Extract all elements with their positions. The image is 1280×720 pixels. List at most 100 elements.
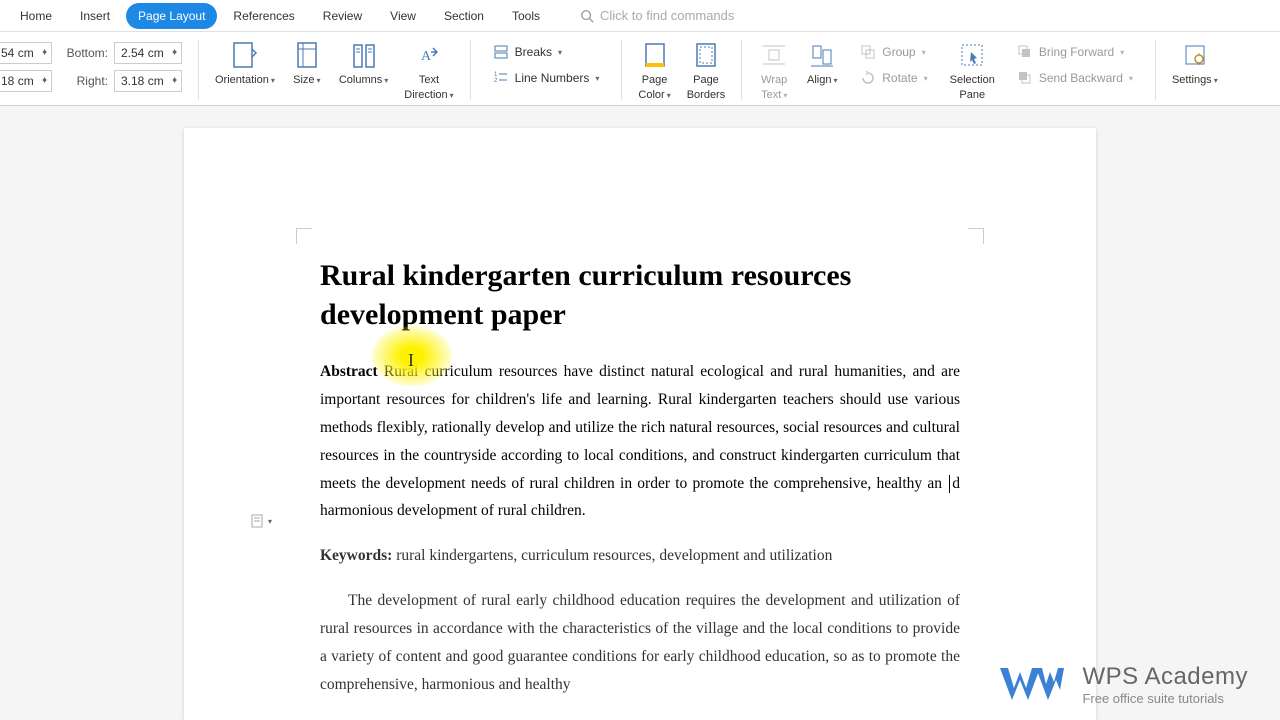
rotate-button[interactable]: Rotate▾ [852, 66, 935, 90]
size-label: Size [293, 74, 314, 87]
send-backward-icon [1017, 70, 1033, 86]
svg-text:2: 2 [494, 78, 498, 84]
selection-pane-icon [958, 40, 986, 72]
margin-right-input[interactable]: 3.18 cm ▲▼ [114, 70, 182, 92]
margin-marker [296, 228, 312, 244]
page-color-button[interactable]: PageColor▾ [630, 38, 678, 104]
page-borders-label-2: Borders [687, 89, 726, 102]
spinner[interactable]: ▲▼ [170, 79, 179, 83]
align-label: Align [807, 74, 831, 87]
page-borders-icon [692, 40, 720, 72]
divider [621, 40, 622, 100]
spinner[interactable]: ▲▼ [40, 79, 49, 83]
columns-label: Columns [339, 74, 382, 87]
breaks-icon [493, 44, 509, 60]
margin-bottom-label: Bottom: [58, 46, 108, 60]
line-numbers-label: Line Numbers [515, 71, 590, 85]
line-numbers-icon: 12 [493, 70, 509, 86]
page-borders-label-1: Page [693, 74, 719, 87]
line-numbers-button[interactable]: 12 Line Numbers▾ [485, 66, 608, 90]
page-handle[interactable]: ▾ [250, 513, 272, 529]
settings-button[interactable]: Settings▾ [1164, 38, 1226, 89]
orientation-button[interactable]: Orientation▾ [207, 38, 283, 89]
command-search[interactable]: Click to find commands [580, 8, 734, 23]
margin-left-value: 3.18 cm [0, 74, 34, 88]
group-label: Group [882, 45, 915, 59]
abstract-text: Rural curriculum resources have distinct… [320, 363, 960, 492]
wps-subtitle: Free office suite tutorials [1082, 691, 1248, 706]
align-icon [808, 40, 836, 72]
document-page[interactable]: Rural kindergarten curriculum resources … [184, 128, 1096, 720]
text-caret [949, 475, 950, 493]
search-icon [580, 9, 594, 23]
keywords-label: Keywords: [320, 547, 392, 564]
columns-button[interactable]: Columns▾ [331, 38, 396, 89]
ribbon: 2.54 cm ▲▼ Bottom: 2.54 cm ▲▼ 3.18 cm ▲▼… [0, 32, 1280, 106]
margins-group: 2.54 cm ▲▼ Bottom: 2.54 cm ▲▼ 3.18 cm ▲▼… [0, 38, 190, 92]
divider [741, 40, 742, 100]
divider [1155, 40, 1156, 100]
wps-title: WPS Academy [1082, 663, 1248, 691]
text-direction-label-2: Direction [404, 89, 447, 102]
title-text: ment paper [418, 298, 565, 331]
menu-section[interactable]: Section [432, 3, 496, 29]
group-button[interactable]: Group▾ [852, 40, 935, 64]
size-button[interactable]: Size▾ [283, 38, 331, 89]
menu-references[interactable]: References [221, 3, 306, 29]
margin-marker [968, 228, 984, 244]
body-paragraph[interactable]: The development of rural early childhood… [320, 587, 960, 699]
send-backward-button[interactable]: Send Backward▾ [1009, 66, 1141, 90]
menu-view[interactable]: View [378, 3, 428, 29]
menu-tools[interactable]: Tools [500, 3, 552, 29]
search-placeholder: Click to find commands [600, 8, 734, 23]
spinner[interactable]: ▲▼ [40, 51, 49, 55]
margin-top-input[interactable]: 2.54 cm ▲▼ [0, 42, 52, 64]
align-button[interactable]: Align▾ [798, 38, 846, 89]
menu-page-layout[interactable]: Page Layout [126, 3, 217, 29]
divider [198, 40, 199, 100]
bring-forward-label: Bring Forward [1039, 45, 1114, 59]
rotate-icon [860, 70, 876, 86]
keywords-text: rural kindergartens, curriculum resource… [392, 547, 832, 564]
page-color-label-1: Page [642, 74, 668, 87]
orientation-label: Orientation [215, 74, 269, 87]
text-direction-label-1: Text [419, 74, 439, 87]
wrap-text-icon [760, 40, 788, 72]
keywords-paragraph[interactable]: Keywords: rural kindergartens, curriculu… [320, 547, 960, 565]
columns-icon [350, 40, 378, 72]
page-options-icon [250, 513, 266, 529]
svg-text:A: A [421, 49, 432, 64]
menu-review[interactable]: Review [311, 3, 374, 29]
bring-forward-button[interactable]: Bring Forward▾ [1009, 40, 1141, 64]
wps-academy-logo: WPS Academy Free office suite tutorials [994, 660, 1248, 708]
margin-left-input[interactable]: 3.18 cm ▲▼ [0, 70, 52, 92]
wrap-text-label-1: Wrap [761, 74, 787, 87]
menubar: Home Insert Page Layout References Revie… [0, 0, 1280, 32]
text-direction-icon: A [415, 40, 443, 72]
menu-home[interactable]: Home [8, 3, 64, 29]
page-color-icon [641, 40, 669, 72]
margin-top-value: 2.54 cm [0, 46, 34, 60]
selection-label-2: Pane [959, 89, 985, 102]
text-direction-button[interactable]: A TextDirection▾ [396, 38, 461, 104]
wps-logo-icon [994, 660, 1066, 708]
send-backward-label: Send Backward [1039, 71, 1123, 85]
wrap-text-label-2: Text [761, 89, 781, 102]
spinner[interactable]: ▲▼ [170, 51, 179, 55]
document-area: Rural kindergarten curriculum resources … [0, 106, 1280, 720]
settings-icon [1181, 40, 1209, 72]
wrap-text-button[interactable]: WrapText▾ [750, 38, 798, 104]
document-title[interactable]: Rural kindergarten curriculum resources … [320, 256, 960, 334]
abstract-paragraph[interactable]: Abstract Rural curriculum resources have… [320, 358, 960, 525]
size-icon [293, 40, 321, 72]
selection-pane-button[interactable]: SelectionPane [942, 38, 1003, 104]
rotate-label: Rotate [882, 71, 917, 85]
menu-insert[interactable]: Insert [68, 3, 122, 29]
title-highlight: evelop [337, 298, 419, 331]
bring-forward-icon [1017, 44, 1033, 60]
divider [470, 40, 471, 100]
page-borders-button[interactable]: Page Borders [679, 38, 734, 104]
breaks-button[interactable]: Breaks▾ [485, 40, 608, 64]
group-icon [860, 44, 876, 60]
margin-bottom-input[interactable]: 2.54 cm ▲▼ [114, 42, 182, 64]
